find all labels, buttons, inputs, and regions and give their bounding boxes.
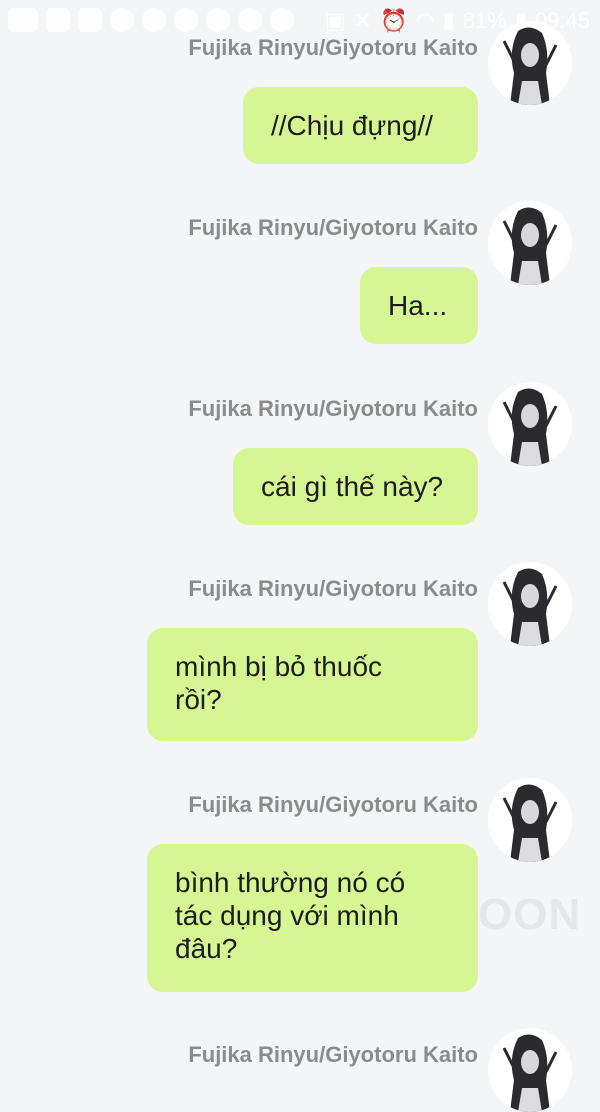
mute-icon: ✕ [353,8,373,33]
avatar-image [488,21,572,105]
chat-icon [8,8,38,32]
music-icon [174,8,198,32]
sender-name: Fujika Rinyu/Giyotoru Kaito [188,215,478,240]
message-bubble[interactable]: mình bị bỏ thuốc rồi? [147,628,478,741]
nfc-icon: ▣ [324,8,346,33]
emoji-icon [270,8,294,32]
avatar[interactable] [488,382,572,466]
notification-icons [8,8,294,32]
alarm-icon: ⏰ [380,8,408,33]
message-bubble[interactable]: cái gì thế này? [233,448,478,525]
battery-percent: 81% [462,8,507,33]
message-bubble[interactable]: //Chịu đựng// [243,87,478,164]
sender-name: Fujika Rinyu/Giyotoru Kaito [188,792,478,817]
wifi-icon: ◠ [415,8,435,33]
avatar[interactable] [488,778,572,862]
watermark: OON [478,890,582,939]
sender-name: Fujika Rinyu/Giyotoru Kaito [188,1042,478,1067]
pinterest-icon [110,8,134,32]
sender-name: Fujika Rinyu/Giyotoru Kaito [188,35,478,60]
emoji-icon [206,8,230,32]
avatar-image [488,201,572,285]
message-bubble[interactable]: bình thường nó có tác dụng với mình đâu? [147,844,478,992]
avatar[interactable] [488,21,572,105]
message-icon [78,8,102,32]
message-bubble[interactable]: Ha... [360,267,478,344]
spotify-icon [142,8,166,32]
avatar-image [488,382,572,466]
avatar[interactable] [488,562,572,646]
sender-name: Fujika Rinyu/Giyotoru Kaito [188,396,478,421]
avatar-image [488,1028,572,1112]
calendar-icon [46,8,70,32]
avatar[interactable] [488,201,572,285]
emoji-icon [238,8,262,32]
signal-icon: ▮ [442,8,455,33]
avatar-image [488,778,572,862]
avatar-image [488,562,572,646]
avatar[interactable] [488,1028,572,1112]
sender-name: Fujika Rinyu/Giyotoru Kaito [188,576,478,601]
